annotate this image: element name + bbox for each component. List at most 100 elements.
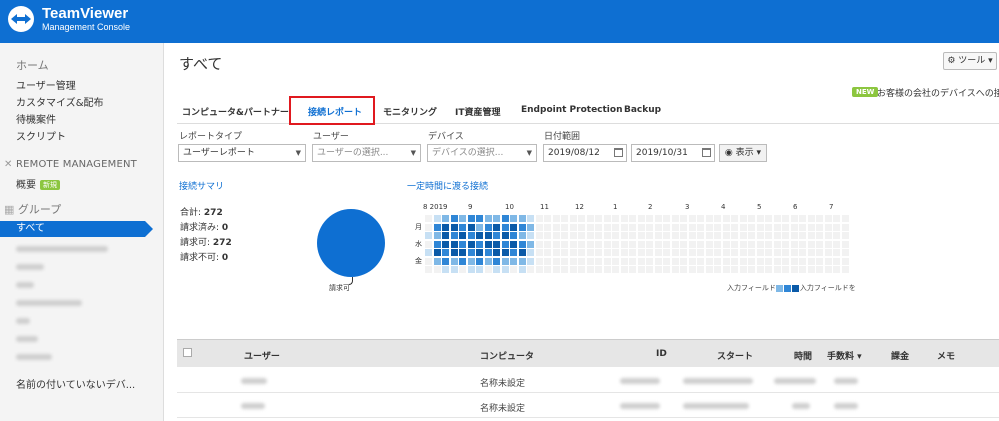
tab-computers-partners[interactable]: コンピュータ&パートナー xyxy=(182,105,289,118)
heatmap-cell xyxy=(433,223,441,231)
heatmap-cell xyxy=(816,257,823,265)
heatmap-cell xyxy=(722,257,730,265)
heatmap-cell xyxy=(425,257,432,265)
heatmap-cell xyxy=(510,215,517,222)
heatmap-cell xyxy=(493,257,500,265)
heatmap-cell xyxy=(476,240,483,248)
user-select[interactable]: ユーザーの選択... ▼ xyxy=(312,144,421,162)
group-item-blurred[interactable] xyxy=(16,354,52,360)
table-row[interactable]: 名称未設定 xyxy=(177,369,999,393)
select-all-checkbox[interactable] xyxy=(183,348,192,357)
tab-endpoint-protection[interactable]: Endpoint Protection xyxy=(521,105,623,115)
group-item-blurred[interactable] xyxy=(16,336,38,342)
report-type-label: レポートタイプ xyxy=(179,132,243,142)
summary-billed: 請求済み: 0 xyxy=(180,220,228,233)
heatmap-cell xyxy=(807,215,815,222)
tools-button[interactable]: ⚙ ツール ▾ xyxy=(943,52,997,70)
sidebar-item-user-management[interactable]: ユーザー管理 xyxy=(16,77,76,92)
heatmap-cell xyxy=(816,266,823,273)
date-to-input[interactable]: 2019/10/31 xyxy=(631,144,715,162)
teamviewer-logo[interactable]: TeamViewer Management Console xyxy=(8,6,130,32)
heatmap-cell xyxy=(501,249,509,256)
heatmap-cell xyxy=(654,223,662,231)
heatmap-cell xyxy=(603,215,611,222)
heatmap-cell xyxy=(799,249,806,256)
col-fee[interactable]: 手数料 ▾ xyxy=(827,349,862,362)
tab-monitoring[interactable]: モニタリング xyxy=(383,105,437,118)
heatmap-cell xyxy=(578,266,585,273)
heatmap-cell xyxy=(595,257,602,265)
heatmap-cell xyxy=(510,266,517,273)
report-type-select[interactable]: ユーザーレポート ▼ xyxy=(178,144,306,162)
heatmap-cell xyxy=(612,223,619,231)
heatmap-cell xyxy=(799,215,806,222)
group-item-blurred[interactable] xyxy=(16,282,34,288)
heatmap-cell xyxy=(782,240,789,248)
heatmap-cell xyxy=(561,257,568,265)
heatmap-cell xyxy=(552,249,560,256)
group-item-blurred[interactable] xyxy=(16,318,30,324)
sidebar-item-scripts[interactable]: スクリプト xyxy=(16,128,66,143)
heatmap-cell xyxy=(578,223,585,231)
calendar-icon[interactable] xyxy=(614,148,623,157)
heatmap-cell xyxy=(586,249,594,256)
heatmap-cell xyxy=(807,223,815,231)
heatmap-cell xyxy=(612,249,619,256)
heatmap-cell xyxy=(773,223,781,231)
date-from-input[interactable]: 2019/08/12 xyxy=(543,144,627,162)
heatmap-cell xyxy=(442,215,449,222)
col-billing[interactable]: 課金 xyxy=(891,349,909,362)
col-id[interactable]: ID xyxy=(656,349,667,359)
col-computer[interactable]: コンピュータ xyxy=(480,349,534,362)
sidebar-item-overview[interactable]: 概要 新規 xyxy=(16,176,60,191)
sidebar-item-customize[interactable]: カスタマイズ&配布 xyxy=(16,94,104,109)
heatmap-cell xyxy=(484,249,492,256)
show-button[interactable]: ◉ 表示 ▾ xyxy=(719,144,767,162)
tab-it-asset[interactable]: IT資産管理 xyxy=(455,105,501,118)
heatmap-month-label: 8 2019 xyxy=(423,203,448,211)
heatmap-cell xyxy=(425,232,432,239)
heatmap-cell xyxy=(654,249,662,256)
group-item-unnamed[interactable]: 名前の付いていないデバ... xyxy=(16,376,135,391)
heatmap-cell xyxy=(510,223,517,231)
group-item-all[interactable]: すべて xyxy=(0,221,153,237)
device-select[interactable]: デバイスの選択... ▼ xyxy=(427,144,537,162)
group-item-blurred[interactable] xyxy=(16,300,82,306)
table-row[interactable]: 名称未設定 xyxy=(177,394,999,418)
heatmap-cell xyxy=(833,232,840,239)
heatmap-month-label: 9 xyxy=(468,203,473,211)
heatmap-cell xyxy=(561,223,568,231)
heatmap-cell xyxy=(476,257,483,265)
heatmap-cell xyxy=(484,266,492,273)
heatmap-cell xyxy=(756,223,764,231)
user-placeholder: ユーザーの選択... xyxy=(317,148,389,158)
heatmap-cell xyxy=(442,223,449,231)
heatmap-cell xyxy=(459,266,466,273)
calendar-icon[interactable] xyxy=(702,148,711,157)
heatmap-cell xyxy=(688,232,696,239)
new-feature-link[interactable]: お客様の会社のデバイスへの接 xyxy=(877,86,999,99)
heatmap-cell xyxy=(705,240,713,248)
heatmap-cell xyxy=(739,215,747,222)
col-start[interactable]: スタート xyxy=(717,349,753,362)
col-user[interactable]: ユーザー xyxy=(244,349,280,362)
heatmap-cell xyxy=(561,249,568,256)
col-duration[interactable]: 時間 xyxy=(794,349,812,362)
sidebar-item-waiting[interactable]: 待機案件 xyxy=(16,111,56,126)
heatmap-cell xyxy=(518,266,526,273)
heatmap-cell xyxy=(680,215,687,222)
sidebar-home[interactable]: ホーム xyxy=(16,57,49,73)
teamviewer-logo-icon xyxy=(8,6,34,32)
heatmap-cell xyxy=(688,215,696,222)
heatmap-cell xyxy=(646,249,653,256)
close-x-icon: ✕ xyxy=(4,159,16,170)
heatmap-cell xyxy=(714,215,721,222)
group-item-blurred[interactable] xyxy=(16,246,108,252)
heatmap-cell xyxy=(714,223,721,231)
heatmap-cell xyxy=(663,257,670,265)
heatmap-cell xyxy=(603,240,611,248)
group-item-blurred[interactable] xyxy=(16,264,44,270)
tab-backup[interactable]: Backup xyxy=(624,105,661,115)
col-memo[interactable]: メモ xyxy=(937,349,955,362)
heatmap-cell xyxy=(484,223,492,231)
